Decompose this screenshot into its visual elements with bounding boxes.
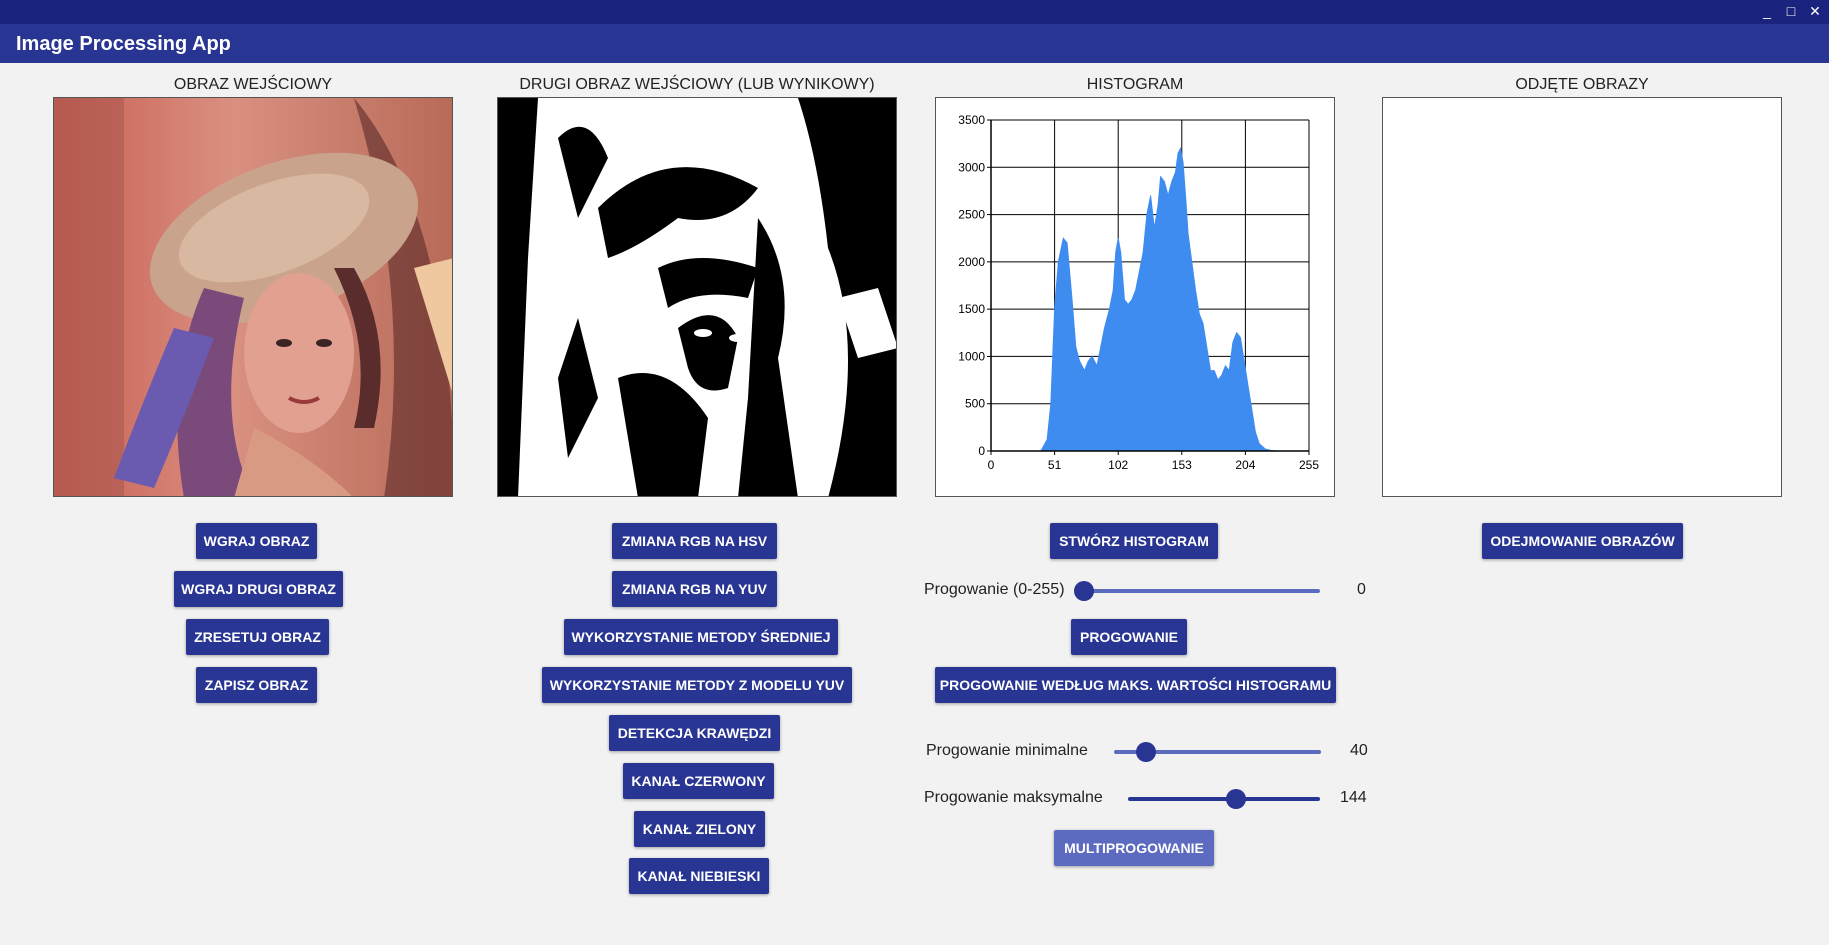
x-tick-label: 0 (988, 458, 995, 472)
y-tick-label: 1000 (958, 349, 985, 363)
y-tick-label: 500 (965, 397, 985, 411)
threshold-slider-track[interactable] (1084, 589, 1320, 593)
app-title: Image Processing App (16, 33, 231, 55)
mean-method-button[interactable]: WYKORZYSTANIE METODY ŚREDNIEJ (564, 619, 838, 655)
max-threshold-slider-track[interactable] (1128, 797, 1320, 801)
histogram-chart: 0 500 1000 1500 2000 2500 3000 3500 0 51 102 153 204… (935, 97, 1335, 497)
second-image-caption: DRUGI OBRAZ WEJŚCIOWY (LUB WYNIKOWY) (519, 76, 875, 93)
min-threshold-label: Progowanie minimalne (926, 742, 1088, 759)
min-threshold-slider-thumb[interactable] (1136, 742, 1157, 762)
rgb-to-hsv-button[interactable]: ZMIANA RGB NA HSV (612, 523, 777, 559)
app-bar (0, 24, 1829, 63)
x-tick-label: 102 (1108, 458, 1128, 472)
x-tick-label: 153 (1172, 458, 1192, 472)
y-tick-label: 1500 (958, 302, 985, 316)
close-icon[interactable]: ✕ (1806, 2, 1824, 20)
y-tick-label: 3500 (958, 113, 985, 127)
threshold-by-max-button[interactable]: PROGOWANIE WEDŁUG MAKS. WARTOŚCI HISTOGR… (935, 667, 1336, 703)
blue-channel-button[interactable]: KANAŁ NIEBIESKI (629, 858, 769, 894)
red-channel-button[interactable]: KANAŁ CZERWONY (623, 763, 774, 799)
minimize-icon[interactable]: _ (1758, 2, 1776, 20)
x-tick-label: 51 (1048, 458, 1062, 472)
edge-detection-button[interactable]: DETEKCJA KRAWĘDZI (609, 715, 780, 751)
threshold-slider-label: Progowanie (0-255) (924, 581, 1065, 598)
maximize-icon[interactable]: □ (1782, 2, 1800, 20)
create-histogram-button[interactable]: STWÓRZ HISTOGRAM (1050, 523, 1218, 559)
subtracted-caption: ODJĘTE OBRAZY (1515, 76, 1649, 93)
y-tick-label: 2000 (958, 255, 985, 269)
load-image-button[interactable]: WGRAJ OBRAZ (196, 523, 317, 559)
histogram-plot: 0 500 1000 1500 2000 2500 3000 3500 0 51 102 153 204… (958, 113, 1319, 472)
portrait-image (54, 98, 452, 496)
max-threshold-value: 144 (1340, 789, 1367, 806)
multithreshold-button[interactable]: MULTIPROGOWANIE (1054, 830, 1214, 866)
binary-image (498, 98, 896, 496)
x-tick-label: 255 (1299, 458, 1319, 472)
yuv-method-button[interactable]: WYKORZYSTANIE METODY Z MODELU YUV (542, 667, 852, 703)
threshold-slider-value: 0 (1357, 581, 1366, 598)
reset-image-button[interactable]: ZRESETUJ OBRAZ (186, 619, 329, 655)
thresholding-button[interactable]: PROGOWANIE (1071, 619, 1187, 655)
window-title-bar (0, 0, 1829, 24)
subtract-images-button[interactable]: ODEJMOWANIE OBRAZÓW (1482, 523, 1683, 559)
max-threshold-label: Progowanie maksymalne (924, 789, 1103, 806)
y-tick-label: 0 (978, 444, 985, 458)
input-image (53, 97, 453, 497)
min-threshold-value: 40 (1350, 742, 1368, 759)
save-image-button[interactable]: ZAPISZ OBRAZ (196, 667, 317, 703)
y-tick-label: 3000 (958, 160, 985, 174)
green-channel-button[interactable]: KANAŁ ZIELONY (634, 811, 765, 847)
rgb-to-yuv-button[interactable]: ZMIANA RGB NA YUV (612, 571, 777, 607)
input-image-caption: OBRAZ WEJŚCIOWY (173, 76, 333, 93)
max-threshold-slider-thumb[interactable] (1226, 789, 1247, 809)
load-second-image-button[interactable]: WGRAJ DRUGI OBRAZ (174, 571, 343, 607)
histogram-caption: HISTOGRAM (1086, 76, 1184, 93)
second-image (497, 97, 897, 497)
y-tick-label: 2500 (958, 208, 985, 222)
subtracted-image (1382, 97, 1782, 497)
x-tick-label: 204 (1235, 458, 1255, 472)
threshold-slider-thumb[interactable] (1074, 581, 1094, 601)
